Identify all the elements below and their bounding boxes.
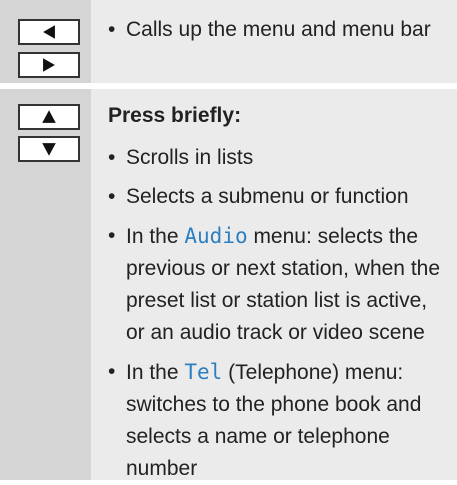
row-divider [0, 83, 457, 89]
list-item: Selects a submenu or function [108, 181, 448, 213]
left-arrow-key [18, 19, 80, 45]
left-arrow-icon [43, 25, 55, 39]
right-arrow-key [18, 52, 80, 78]
tel-menu-label: Tel [184, 360, 223, 384]
press-briefly-heading: Press briefly: [108, 104, 242, 127]
list-item-tel: In the Tel (Telephone) menu: switches to… [108, 356, 448, 485]
row2-description: Press briefly: Scrolls in lists Selects … [108, 100, 448, 485]
list-item: Calls up the menu and menu bar [108, 14, 448, 46]
up-arrow-icon [42, 110, 56, 123]
controls-table: Calls up the menu and menu bar Press bri… [0, 0, 457, 480]
up-arrow-key [18, 104, 80, 130]
audio-prefix: In the [126, 225, 185, 248]
down-arrow-key [18, 136, 80, 162]
down-arrow-icon [42, 143, 56, 156]
audio-menu-label: Audio [184, 224, 248, 248]
tel-prefix: In the [126, 361, 185, 384]
list-item-audio: In the Audio menu: selects the previous … [108, 220, 448, 349]
right-arrow-icon [43, 58, 55, 72]
row1-description: Calls up the menu and menu bar [108, 14, 448, 46]
list-item: Scrolls in lists [108, 142, 448, 174]
